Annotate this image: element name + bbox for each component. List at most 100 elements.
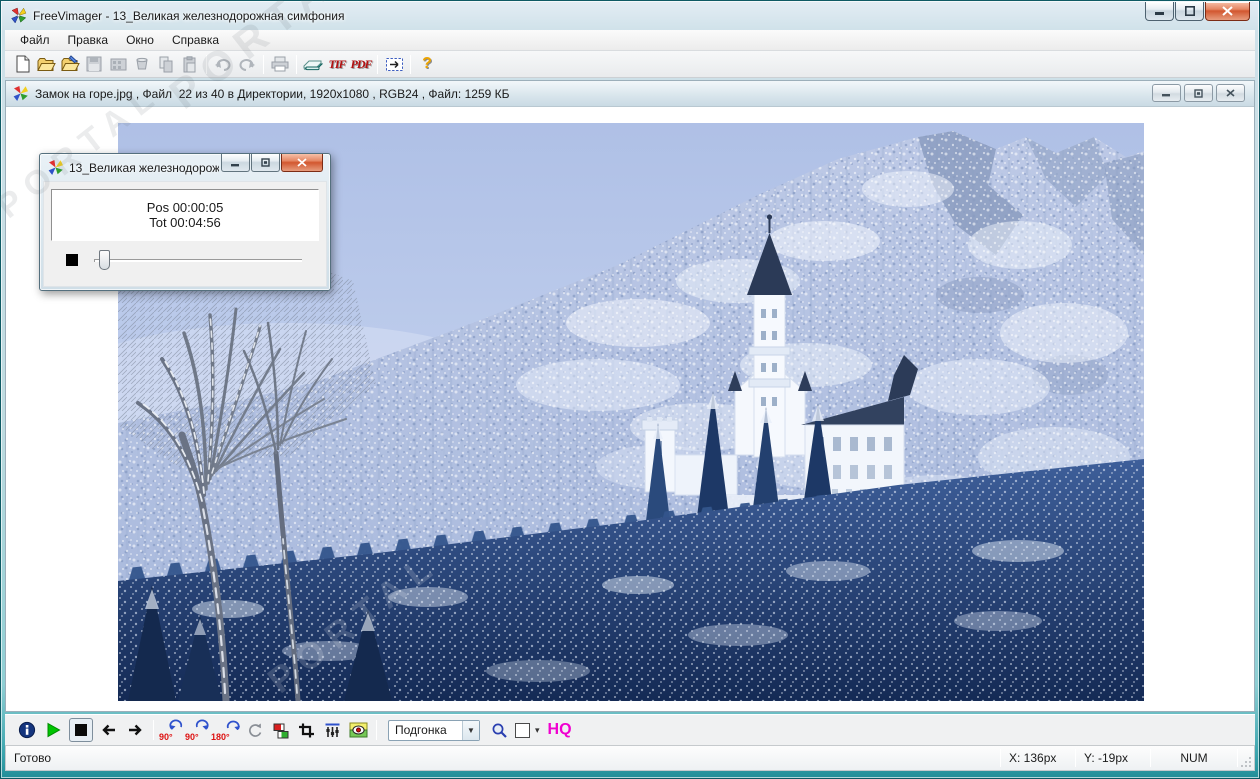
caption-buttons: [1144, 2, 1250, 21]
freevimager-logo-icon: [11, 7, 27, 24]
status-numlock: NUM: [1180, 751, 1208, 765]
pdf-export-button[interactable]: PDF: [349, 53, 373, 76]
crop-icon: [298, 723, 314, 737]
minimize-button[interactable]: [1145, 2, 1174, 21]
toolbar-separator: [376, 720, 377, 740]
image-window-title-bar: Замок на горе.jpg , Файл 22 из 40 в Дире…: [6, 81, 1254, 107]
background-color-button[interactable]: [512, 718, 532, 742]
player-total: Tot 00:04:56: [149, 215, 221, 230]
maximize-button[interactable]: [1175, 2, 1204, 21]
copy-icon: [159, 56, 173, 72]
color-adjust-button[interactable]: [267, 718, 293, 742]
status-message: Готово: [14, 751, 52, 765]
rotate-right-icon: [195, 719, 209, 730]
rotate-180-button[interactable]: 180°: [211, 718, 241, 742]
info-icon: [18, 721, 36, 739]
info-button[interactable]: [14, 718, 40, 742]
previous-image-button[interactable]: [96, 718, 122, 742]
menu-help[interactable]: Справка: [163, 31, 228, 49]
levels-button[interactable]: [319, 718, 345, 742]
play-icon: [47, 722, 61, 738]
menu-file[interactable]: Файл: [11, 31, 59, 49]
open-edit-button[interactable]: [58, 53, 82, 76]
save-icon: [86, 56, 102, 72]
restore-icon: [1194, 88, 1203, 98]
player-restore-button[interactable]: [251, 154, 280, 172]
redo-button[interactable]: [235, 53, 259, 76]
status-x-coordinate: X: 136px: [1009, 751, 1057, 765]
levels-icon: [325, 723, 339, 737]
zoom-fit-value: Подгонка: [395, 723, 447, 737]
next-image-button[interactable]: [122, 718, 148, 742]
player-body: Pos 00:00:05 Tot 00:04:56: [43, 181, 327, 287]
resize-grip[interactable]: [1238, 746, 1254, 770]
email-button[interactable]: [382, 53, 406, 76]
film-icon: [110, 58, 126, 70]
tif-icon: TIF: [328, 56, 346, 71]
scanner-icon: [303, 60, 323, 71]
open-folder-edit-icon: [60, 55, 80, 71]
viewer-toolbar: 90° 90° 180° Подгонка ▼ ▾ HQ: [5, 714, 1255, 745]
toolbar-separator: [377, 54, 378, 74]
red-eye-button[interactable]: [345, 718, 371, 742]
main-toolbar: TIF PDF ?: [5, 51, 1255, 78]
player-seek-thumb[interactable]: [99, 250, 110, 270]
play-button[interactable]: [40, 718, 66, 742]
help-icon: ?: [422, 55, 432, 72]
player-close-button[interactable]: [281, 154, 323, 172]
image-restore-button[interactable]: [1184, 84, 1213, 102]
zoom-fit-select[interactable]: Подгонка ▼: [388, 719, 480, 741]
image-window-title: Замок на горе.jpg , Файл 22 из 40 в Дире…: [35, 86, 510, 101]
film-button[interactable]: [106, 53, 130, 76]
color-adjust-icon: [273, 723, 288, 738]
paste-icon: [183, 55, 196, 72]
tif-export-button[interactable]: TIF: [325, 53, 349, 76]
new-file-button[interactable]: [10, 53, 34, 76]
scan-button[interactable]: [301, 53, 325, 76]
player-caption-buttons: [220, 154, 323, 172]
menu-edit[interactable]: Правка: [59, 31, 118, 49]
status-bar: Готово X: 136px Y: -19px NUM: [5, 745, 1255, 771]
redo-icon: [239, 59, 255, 71]
help-button[interactable]: ?: [415, 53, 439, 76]
player-seek-track[interactable]: [94, 259, 302, 262]
stop-button[interactable]: [69, 718, 93, 742]
export-icon: [136, 57, 148, 70]
copy-button[interactable]: [154, 53, 178, 76]
red-eye-icon: [349, 722, 367, 738]
image-close-button[interactable]: [1216, 84, 1245, 102]
free-rotate-button[interactable]: [241, 718, 267, 742]
rotate-right-button[interactable]: 90°: [185, 718, 211, 742]
arrow-right-icon: [129, 724, 142, 736]
rotate-left-icon: [169, 719, 183, 730]
zoom-button[interactable]: [486, 718, 512, 742]
player-minimize-button[interactable]: [221, 154, 250, 172]
window-title: FreeVimager - 13_Великая железнодорожная…: [33, 8, 345, 23]
title-bar: FreeVimager - 13_Великая железнодорожная…: [2, 2, 1258, 29]
audio-player-window: 13_Великая железнодорож... Pos 00:00:05 …: [39, 153, 331, 291]
player-position: Pos 00:00:05: [146, 200, 224, 215]
close-icon: [297, 158, 307, 167]
menu-window[interactable]: Окно: [117, 31, 163, 49]
open-file-button[interactable]: [34, 53, 58, 76]
image-minimize-button[interactable]: [1152, 84, 1181, 102]
image-window-icon: [13, 86, 28, 101]
rotate-left-button[interactable]: 90°: [159, 718, 185, 742]
undo-button[interactable]: [211, 53, 235, 76]
status-y-coordinate: Y: -19px: [1084, 751, 1129, 765]
close-icon: [1222, 6, 1233, 16]
background-color-caret-icon[interactable]: ▾: [535, 725, 540, 736]
save-button[interactable]: [82, 53, 106, 76]
paste-button[interactable]: [178, 53, 202, 76]
player-time-display: Pos 00:00:05 Tot 00:04:56: [51, 189, 319, 241]
close-button[interactable]: [1205, 2, 1250, 21]
crop-button[interactable]: [293, 718, 319, 742]
print-button[interactable]: [268, 53, 292, 76]
player-title-bar[interactable]: 13_Великая железнодорож...: [40, 154, 330, 181]
player-stop-button[interactable]: [66, 254, 78, 266]
new-file-icon: [16, 55, 29, 73]
minimize-icon: [1154, 11, 1164, 15]
export-button[interactable]: [130, 53, 154, 76]
hq-toggle[interactable]: HQ: [548, 721, 572, 739]
combo-arrow-icon: ▼: [462, 720, 479, 740]
